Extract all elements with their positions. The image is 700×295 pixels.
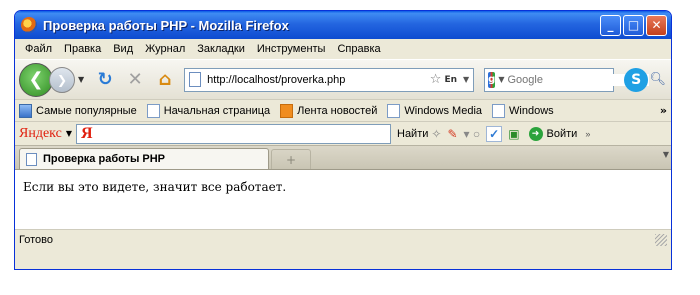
menu-file[interactable]: Файл xyxy=(19,43,58,55)
spellcheck-icon[interactable]: ✓ xyxy=(486,125,503,142)
url-text[interactable]: http://localhost/proverka.php xyxy=(207,74,430,86)
minimize-button[interactable]: _ xyxy=(600,14,621,36)
yandex-dropdown-icon[interactable]: ▼ xyxy=(66,129,72,138)
login-icon: ➜ xyxy=(528,126,543,141)
search-engine-dropdown-icon[interactable]: ▼ xyxy=(498,75,504,84)
resize-grip-icon[interactable] xyxy=(655,233,667,246)
page-icon xyxy=(189,72,202,87)
bookmark-popular[interactable]: Самые популярные xyxy=(19,103,137,118)
home-icon[interactable]: ⌂ xyxy=(153,68,177,92)
yandex-logo: Я xyxy=(81,124,93,142)
bookmarks-overflow-button[interactable]: » xyxy=(660,104,667,117)
url-dropdown-icon[interactable]: ▼ xyxy=(463,75,469,84)
folder-icon xyxy=(19,103,32,118)
translate-icon[interactable]: ▣ xyxy=(508,127,519,141)
skype-icon[interactable]: S xyxy=(624,67,649,92)
yandex-menu-button[interactable]: Яндекс xyxy=(19,126,62,142)
menu-help[interactable]: Справка xyxy=(331,43,386,55)
page-content: Если вы это видете, значит все работает. xyxy=(15,169,671,229)
navigation-toolbar: ❮ ❯ ▼ ↻ ✕ ⌂ http://localhost/proverka.ph… xyxy=(15,59,671,99)
maximize-button[interactable]: □ xyxy=(623,14,644,36)
bookmark-label: Начальная страница xyxy=(163,104,271,117)
yandex-tools: Найти ✧ ✎ ▾ ○ ✓ ▣ ➜ Войти » xyxy=(397,125,590,142)
toolbar-overflow-icon[interactable]: » xyxy=(585,129,590,139)
bookmarks-toolbar: Самые популярные Начальная страница Лент… xyxy=(15,99,671,121)
search-bar[interactable]: g ▼ 🔍︎ xyxy=(484,67,666,92)
tab-active[interactable]: Проверка работы PHP xyxy=(19,148,269,169)
menu-edit[interactable]: Правка xyxy=(58,43,107,55)
forward-button[interactable]: ❯ xyxy=(49,66,75,93)
tab-title: Проверка работы PHP xyxy=(43,153,166,165)
back-button[interactable]: ❮ xyxy=(19,62,53,97)
bookmark-windows[interactable]: Windows xyxy=(492,103,554,118)
yandex-find-button[interactable]: Найти xyxy=(397,128,428,140)
search-icon[interactable]: 🔍︎ xyxy=(649,72,666,87)
login-button[interactable]: Войти xyxy=(547,128,578,140)
stop-icon[interactable]: ✕ xyxy=(123,68,147,92)
new-tab-button[interactable]: + xyxy=(271,149,311,169)
page-icon xyxy=(387,103,401,118)
bookmark-start-page[interactable]: Начальная страница xyxy=(146,103,271,118)
yandex-toolbar: Яндекс ▼ Я Найти ✧ ✎ ▾ ○ ✓ ▣ ➜ Войти » xyxy=(15,121,671,145)
tab-strip: Проверка работы PHP + ▼ xyxy=(15,145,671,169)
bookmark-windows-media[interactable]: Windows Media xyxy=(387,103,483,118)
bookmark-star-icon[interactable]: ☆ xyxy=(430,72,442,87)
page-text: Если вы это видете, значит все работает. xyxy=(23,180,287,194)
browser-window: Проверка работы PHP - Mozilla Firefox _ … xyxy=(14,10,672,270)
firefox-logo-icon xyxy=(21,17,37,33)
tab-list-dropdown-icon[interactable]: ▼ xyxy=(663,150,669,159)
rss-icon xyxy=(280,103,294,118)
history-dropdown-icon[interactable]: ▼ xyxy=(78,75,84,84)
highlight-icon[interactable]: ✧ xyxy=(431,127,441,141)
yandex-search-field[interactable]: Я xyxy=(76,123,391,144)
menu-history[interactable]: Журнал xyxy=(139,43,191,55)
menu-bookmarks[interactable]: Закладки xyxy=(191,43,251,55)
bookmark-label: Windows xyxy=(509,104,554,117)
menu-tools[interactable]: Инструменты xyxy=(251,43,332,55)
bookmark-news-feed[interactable]: Лента новостей xyxy=(280,103,378,118)
search-engine-icon[interactable]: g xyxy=(488,71,496,88)
bookmark-label: Самые популярные xyxy=(36,104,137,117)
page-icon xyxy=(492,103,506,118)
bookmark-label: Лента новостей xyxy=(297,104,378,117)
status-bar: Готово xyxy=(15,229,671,249)
menu-view[interactable]: Вид xyxy=(107,43,139,55)
bookmark-label: Windows Media xyxy=(404,104,483,117)
status-text: Готово xyxy=(19,233,53,246)
window-title: Проверка работы PHP - Mozilla Firefox xyxy=(43,17,289,33)
reload-icon[interactable]: ↻ xyxy=(93,68,117,92)
marker-icon[interactable]: ✎ xyxy=(447,127,457,141)
menu-bar: Файл Правка Вид Журнал Закладки Инструме… xyxy=(15,39,671,59)
url-bar[interactable]: http://localhost/proverka.php ☆ En ▼ xyxy=(184,67,475,92)
chat-icon[interactable]: ▾ ○ xyxy=(464,127,481,141)
language-indicator[interactable]: En xyxy=(444,75,457,85)
title-bar[interactable]: Проверка работы PHP - Mozilla Firefox _ … xyxy=(15,11,671,39)
page-icon xyxy=(26,152,37,166)
close-button[interactable]: ✕ xyxy=(646,14,667,36)
page-icon xyxy=(146,103,160,118)
